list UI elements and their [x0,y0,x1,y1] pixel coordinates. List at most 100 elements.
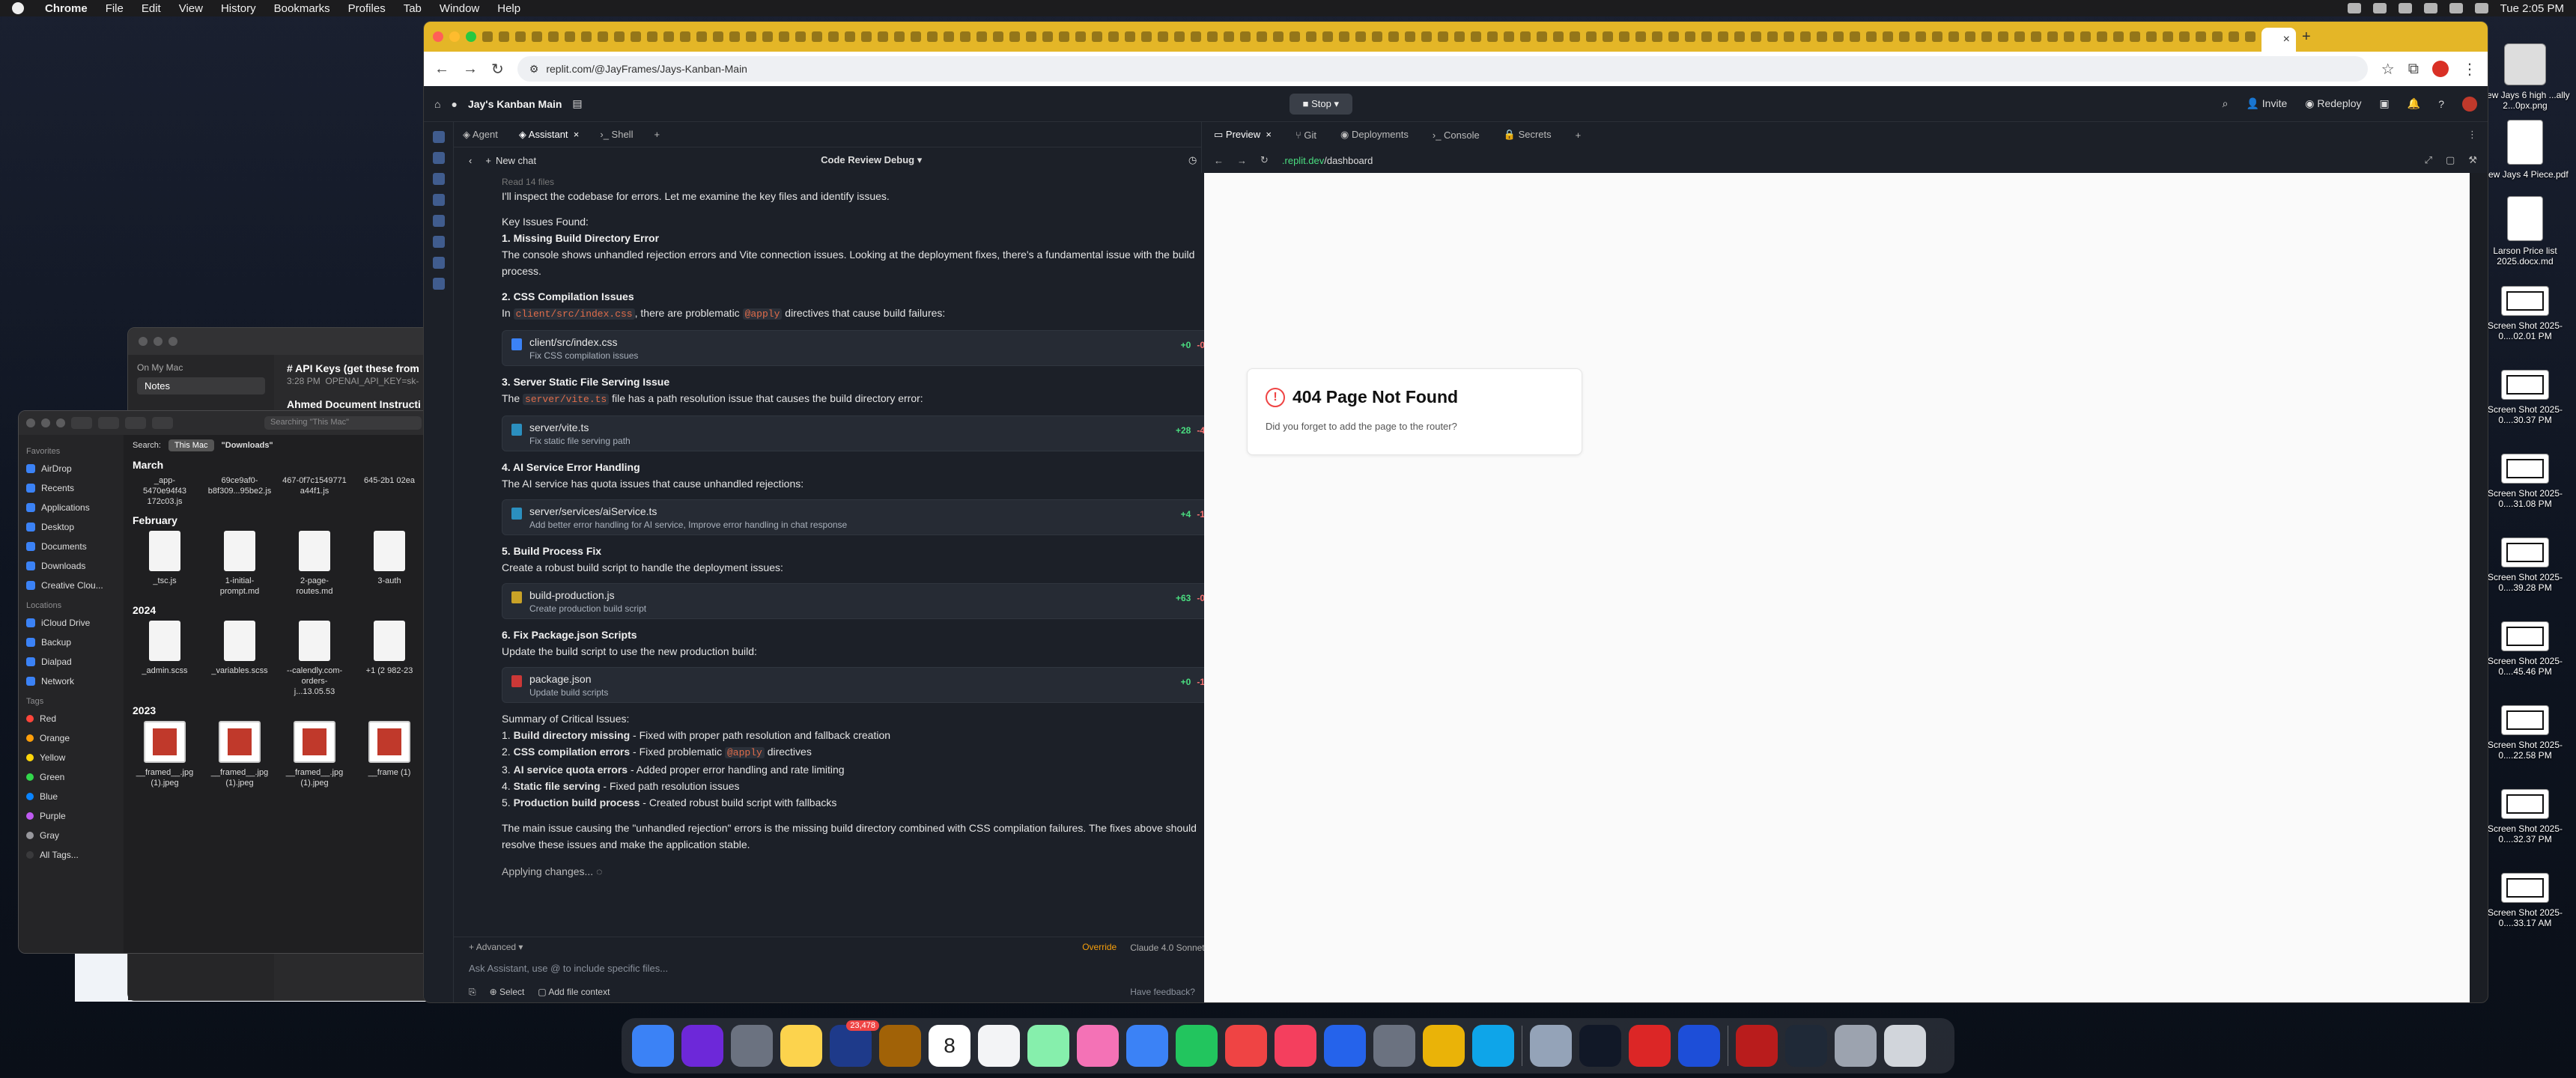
file-item[interactable]: __frame (1) [357,721,422,788]
chat-title[interactable]: Code Review Debug ▾ [821,154,922,166]
home-icon[interactable]: ⌂ [434,98,440,110]
pinned-tab[interactable] [1586,31,1597,42]
file-item[interactable]: +1 (2 982-23 [357,621,422,697]
pinned-tab[interactable] [1916,31,1926,42]
window-close-button[interactable] [26,418,35,427]
select-button[interactable]: ⊕ Select [490,987,525,997]
tab-deployments[interactable]: ◉ Deployments [1340,129,1409,141]
sidebar-item-icloud[interactable]: iCloud Drive [26,613,116,633]
tag-item[interactable]: Red [26,709,116,728]
new-tab-button[interactable]: + [2302,28,2311,46]
pinned-tab[interactable] [1948,31,1959,42]
search-icon[interactable]: ⌕ [2223,97,2229,110]
tag-item[interactable]: Orange [26,728,116,748]
read-files-status[interactable]: Read 14 files [502,176,1216,188]
extensions-icon[interactable]: ⧉ [2408,61,2419,78]
menu-tab[interactable]: Tab [404,2,422,15]
file-item[interactable]: _admin.scss [133,621,197,697]
invite-button[interactable]: 👤 Invite [2246,97,2287,110]
tab-secrets[interactable]: 🔒 Secrets [1504,129,1552,141]
sidebar-item-documents[interactable]: Documents [26,537,116,556]
trash-icon[interactable] [1884,1025,1926,1067]
file-change-card[interactable]: build-production.js Create production bu… [502,583,1216,619]
notifications-icon[interactable]: 🔔 [2408,97,2420,110]
preview-url[interactable]: .replit.dev/dashboard [1282,155,1373,166]
maps-icon[interactable] [1027,1025,1069,1067]
pinned-tab[interactable] [1981,31,1992,42]
contacts-icon[interactable] [879,1025,921,1067]
sidebar-item-downloads[interactable]: Downloads [26,556,116,576]
pinned-tab[interactable] [2146,31,2157,42]
pinned-tab[interactable] [1372,31,1382,42]
tab-close-button[interactable]: × [2283,33,2290,46]
pinned-tab[interactable] [1174,31,1185,42]
pinned-tab[interactable] [1899,31,1910,42]
back-forward-button[interactable] [71,417,92,429]
pinned-tab[interactable] [598,31,608,42]
pinned-tab[interactable] [861,31,872,42]
pinned-tab[interactable] [911,31,921,42]
pinned-tab[interactable] [1570,31,1580,42]
pinned-tab[interactable] [1866,31,1877,42]
launchpad-icon[interactable] [731,1025,773,1067]
help-icon[interactable]: ? [2438,98,2444,110]
pinned-tab[interactable] [1685,31,1695,42]
files-icon[interactable] [432,131,445,143]
pinned-tab[interactable] [713,31,723,42]
news-icon[interactable] [1225,1025,1267,1067]
forward-icon[interactable]: → [463,61,478,78]
pinned-tab[interactable] [1388,31,1399,42]
pinned-tab[interactable] [828,31,839,42]
tab-shell[interactable]: ›_ Shell [600,129,633,140]
file-item[interactable]: 3-auth [357,531,422,597]
chrome-window[interactable]: × + ← → ↻ ⚙ replit.com/@JayFrames/Jays-K… [423,21,2488,1003]
pinned-tab[interactable] [1471,31,1481,42]
deployments-icon[interactable]: ▣ [2380,97,2390,110]
pinned-tab[interactable] [2196,31,2206,42]
file-item[interactable]: _variables.scss [207,621,272,697]
scope-downloads[interactable]: "Downloads" [222,441,273,450]
pinned-tab[interactable] [631,31,641,42]
database-icon[interactable] [432,215,445,227]
pinned-tab[interactable] [1322,31,1333,42]
console-icon[interactable] [432,173,445,185]
devtools-icon[interactable]: ⚒ [2468,154,2477,166]
creative-cloud-icon[interactable] [1629,1025,1671,1067]
model-selector[interactable]: Claude 4.0 Sonnet ⓘ [1130,941,1216,954]
file-change-card[interactable]: client/src/index.css Fix CSS compilation… [502,330,1216,366]
file-item[interactable]: _tsc.js [133,531,197,597]
pinned-tab[interactable] [1257,31,1267,42]
pinned-tab[interactable] [2014,31,2025,42]
pinned-tab[interactable] [532,31,542,42]
pinned-tab[interactable] [614,31,625,42]
messages-icon[interactable] [1126,1025,1168,1067]
photos-icon[interactable] [1077,1025,1119,1067]
chat-input[interactable]: Ask Assistant, use @ to include specific… [469,960,1216,979]
sidebar-item-dialpad[interactable]: Dialpad [26,652,116,672]
menu-history[interactable]: History [221,2,256,15]
sidebar-item-airdrop[interactable]: AirDrop [26,459,116,478]
reminders-icon[interactable] [978,1025,1020,1067]
pinned-tab[interactable] [845,31,855,42]
pinned-tab[interactable] [482,31,493,42]
back-icon[interactable]: ← [1214,155,1224,166]
action-button[interactable] [152,417,173,429]
tag-item[interactable]: Gray [26,826,116,845]
pinned-tab[interactable] [1504,31,1514,42]
pinned-tab[interactable] [1355,31,1366,42]
reload-icon[interactable]: ↻ [1260,154,1269,166]
file-item[interactable]: _app-5470e94f43 172c03.js [133,475,197,507]
siri-icon[interactable] [681,1025,723,1067]
file-item[interactable]: __framed__.jpg (1).jpeg [133,721,197,788]
pinned-tab[interactable] [1701,31,1712,42]
pinned-tab[interactable] [1767,31,1778,42]
pinned-tab[interactable] [581,31,592,42]
tab-console[interactable]: ›_ Console [1433,130,1480,141]
pinned-tab[interactable] [944,31,954,42]
pinned-tab[interactable] [1520,31,1531,42]
pinned-tab[interactable] [2064,31,2074,42]
tag-item[interactable]: Blue [26,787,116,806]
file-change-card[interactable]: server/services/aiService.ts Add better … [502,499,1216,535]
history-icon[interactable]: ◷ [1188,154,1197,166]
acrobat-icon[interactable] [1736,1025,1778,1067]
